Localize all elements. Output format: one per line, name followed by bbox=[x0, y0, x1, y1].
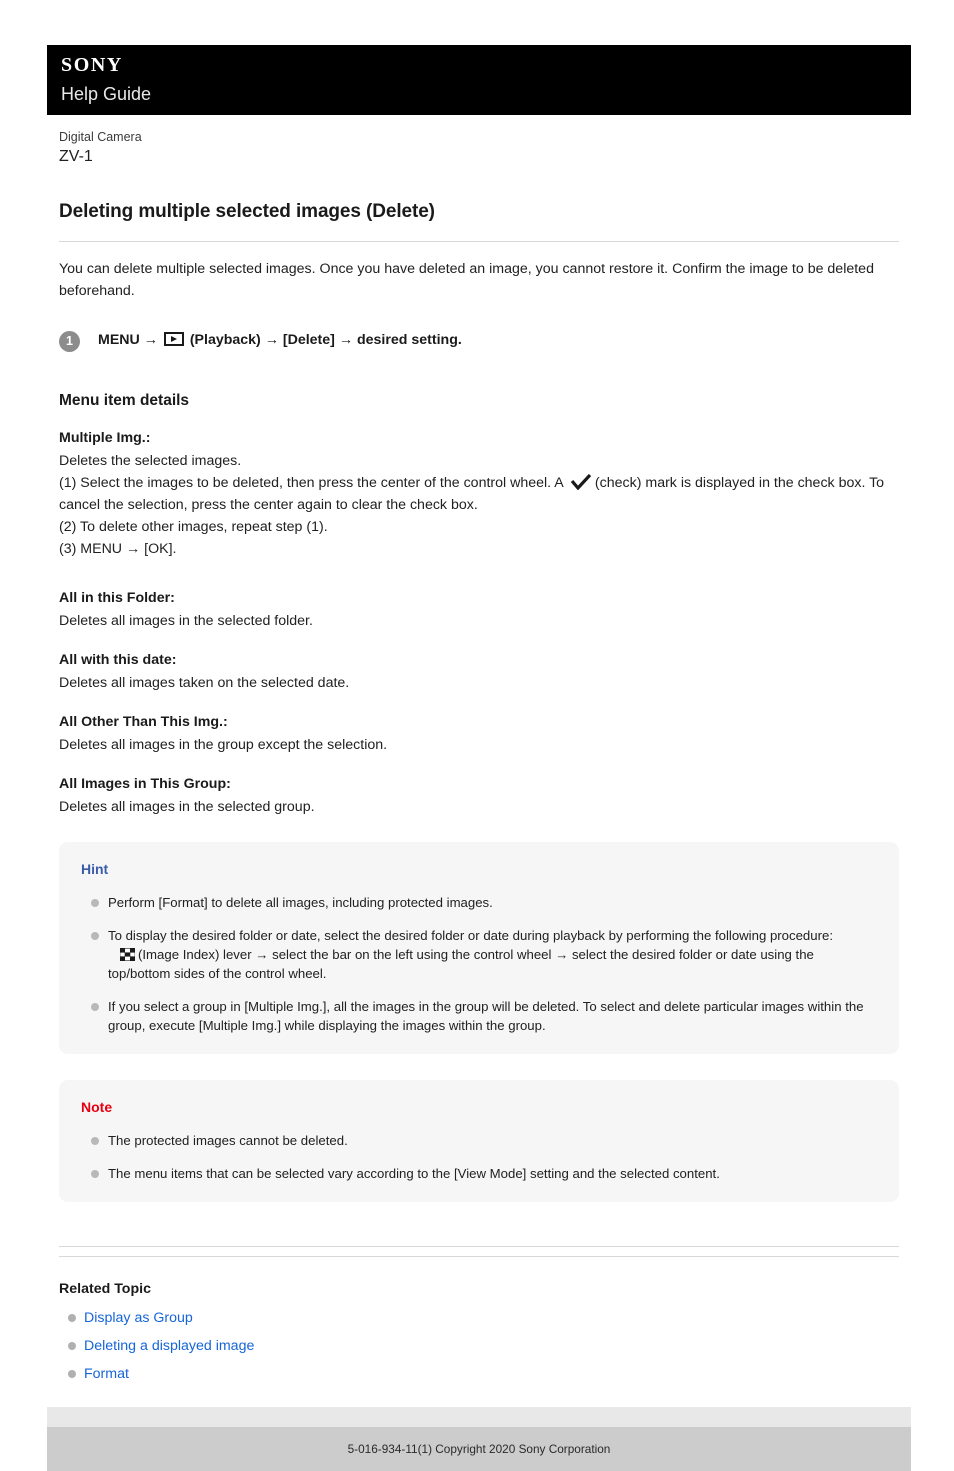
step-text-after-icon: (Playback) → [Delete] → desired setting. bbox=[189, 332, 462, 348]
step-1: 1 MENU → (Playback) → [Delete] → desired… bbox=[59, 330, 899, 352]
menu-item-term: All in this Folder: bbox=[59, 590, 175, 606]
related-topic-heading: Related Topic bbox=[59, 1281, 151, 1297]
menu-item-substep-2: (2) To delete other images, repeat step … bbox=[59, 519, 328, 535]
note-bullet: The menu items that can be selected vary… bbox=[81, 1164, 877, 1183]
menu-item-term: All Other Than This Img.: bbox=[59, 714, 228, 730]
intro-paragraph: You can delete multiple selected images.… bbox=[59, 261, 874, 299]
hint-title: Hint bbox=[81, 861, 109, 877]
note-title: Note bbox=[81, 1099, 113, 1115]
menu-item-desc: Deletes all images in the group except t… bbox=[59, 737, 388, 753]
hint-bullet: Perform [Format] to delete all images, i… bbox=[81, 893, 877, 912]
step-number-badge: 1 bbox=[59, 331, 80, 352]
step-instruction: MENU → (Playback) → [Delete] → desired s… bbox=[98, 330, 462, 351]
hint-bullet: If you select a group in [Multiple Img.]… bbox=[81, 997, 877, 1035]
menu-item-desc: Deletes the selected images. bbox=[59, 453, 242, 469]
hint-bullet-text-after-icon: (Image Index) lever → select the bar on … bbox=[138, 947, 814, 962]
related-link[interactable]: Deleting a displayed image bbox=[84, 1338, 254, 1354]
menu-details-heading: Menu item details bbox=[59, 392, 190, 409]
note-bullet-list: The protected images cannot be deleted. … bbox=[81, 1131, 877, 1183]
hint-bullet-tail: top/bottom sides of the control wheel. bbox=[108, 966, 327, 981]
hint-bullet-subline: (Image Index) lever → select the bar on … bbox=[108, 945, 877, 983]
list-item[interactable]: Format bbox=[59, 1363, 899, 1385]
menu-item-term: Multiple Img.: bbox=[59, 430, 151, 446]
step-text-before-icon: MENU → bbox=[98, 332, 158, 348]
help-guide-label: Help Guide bbox=[61, 84, 152, 104]
note-callout: Note The protected images cannot be dele… bbox=[59, 1080, 899, 1202]
content-wrapper: SONY Help Guide Digital Camera ZV-1 Dele… bbox=[47, 0, 911, 1471]
menu-item-substep-3: (3) MENU → [OK]. bbox=[59, 541, 177, 557]
title-divider bbox=[59, 241, 899, 242]
hint-bullet-list: Perform [Format] to delete all images, i… bbox=[81, 893, 877, 1035]
page-title: Deleting multiple selected images (Delet… bbox=[59, 201, 435, 222]
menu-item-desc: Deletes all images taken on the selected… bbox=[59, 675, 350, 691]
check-mark-icon bbox=[570, 474, 592, 490]
footer-spacer bbox=[47, 1407, 911, 1427]
list-item[interactable]: Display as Group bbox=[59, 1307, 899, 1329]
playback-icon bbox=[163, 332, 184, 346]
menu-item-desc: Deletes all images in the selected folde… bbox=[59, 613, 313, 629]
menu-item-term: All with this date: bbox=[59, 652, 177, 668]
related-topic-list: Display as Group Deleting a displayed im… bbox=[59, 1307, 899, 1385]
menu-item-desc: Deletes all images in the selected group… bbox=[59, 799, 315, 815]
site-footer: 5-016-934-11(1) Copyright 2020 Sony Corp… bbox=[47, 1427, 911, 1471]
related-link[interactable]: Format bbox=[84, 1366, 129, 1382]
product-block: Digital Camera ZV-1 bbox=[47, 115, 911, 167]
site-header: SONY Help Guide bbox=[47, 45, 911, 115]
hint-bullet: To display the desired folder or date, s… bbox=[81, 926, 877, 983]
related-link[interactable]: Display as Group bbox=[84, 1310, 193, 1326]
sony-logo: SONY bbox=[61, 54, 123, 76]
menu-item-term: All Images in This Group: bbox=[59, 776, 231, 792]
hint-bullet-text: To display the desired folder or date, s… bbox=[108, 928, 833, 943]
product-category: Digital Camera bbox=[59, 130, 142, 144]
related-dividers bbox=[59, 1246, 899, 1257]
image-index-icon bbox=[120, 948, 135, 961]
product-model: ZV-1 bbox=[59, 148, 93, 165]
related-divider-bottom bbox=[59, 1256, 899, 1257]
related-divider-top bbox=[59, 1246, 899, 1247]
article: Deleting multiple selected images (Delet… bbox=[47, 199, 911, 1385]
help-guide-page: SONY Help Guide Digital Camera ZV-1 Dele… bbox=[0, 0, 954, 1471]
hint-callout: Hint Perform [Format] to delete all imag… bbox=[59, 842, 899, 1054]
note-bullet: The protected images cannot be deleted. bbox=[81, 1131, 877, 1150]
list-item[interactable]: Deleting a displayed image bbox=[59, 1335, 899, 1357]
substep-text-before-check: (1) Select the images to be deleted, the… bbox=[59, 475, 563, 491]
menu-item-substeps: (1) Select the images to be deleted, the… bbox=[59, 472, 899, 516]
